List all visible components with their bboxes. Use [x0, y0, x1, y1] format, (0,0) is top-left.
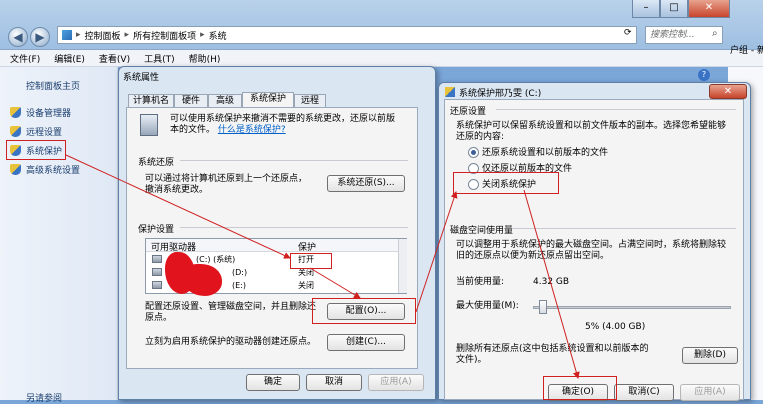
arrow-line	[523, 189, 580, 379]
arrow-line	[309, 267, 361, 299]
arrow-line	[415, 191, 458, 313]
annotation-arrows	[65, 154, 580, 379]
arrow-line	[65, 154, 291, 259]
